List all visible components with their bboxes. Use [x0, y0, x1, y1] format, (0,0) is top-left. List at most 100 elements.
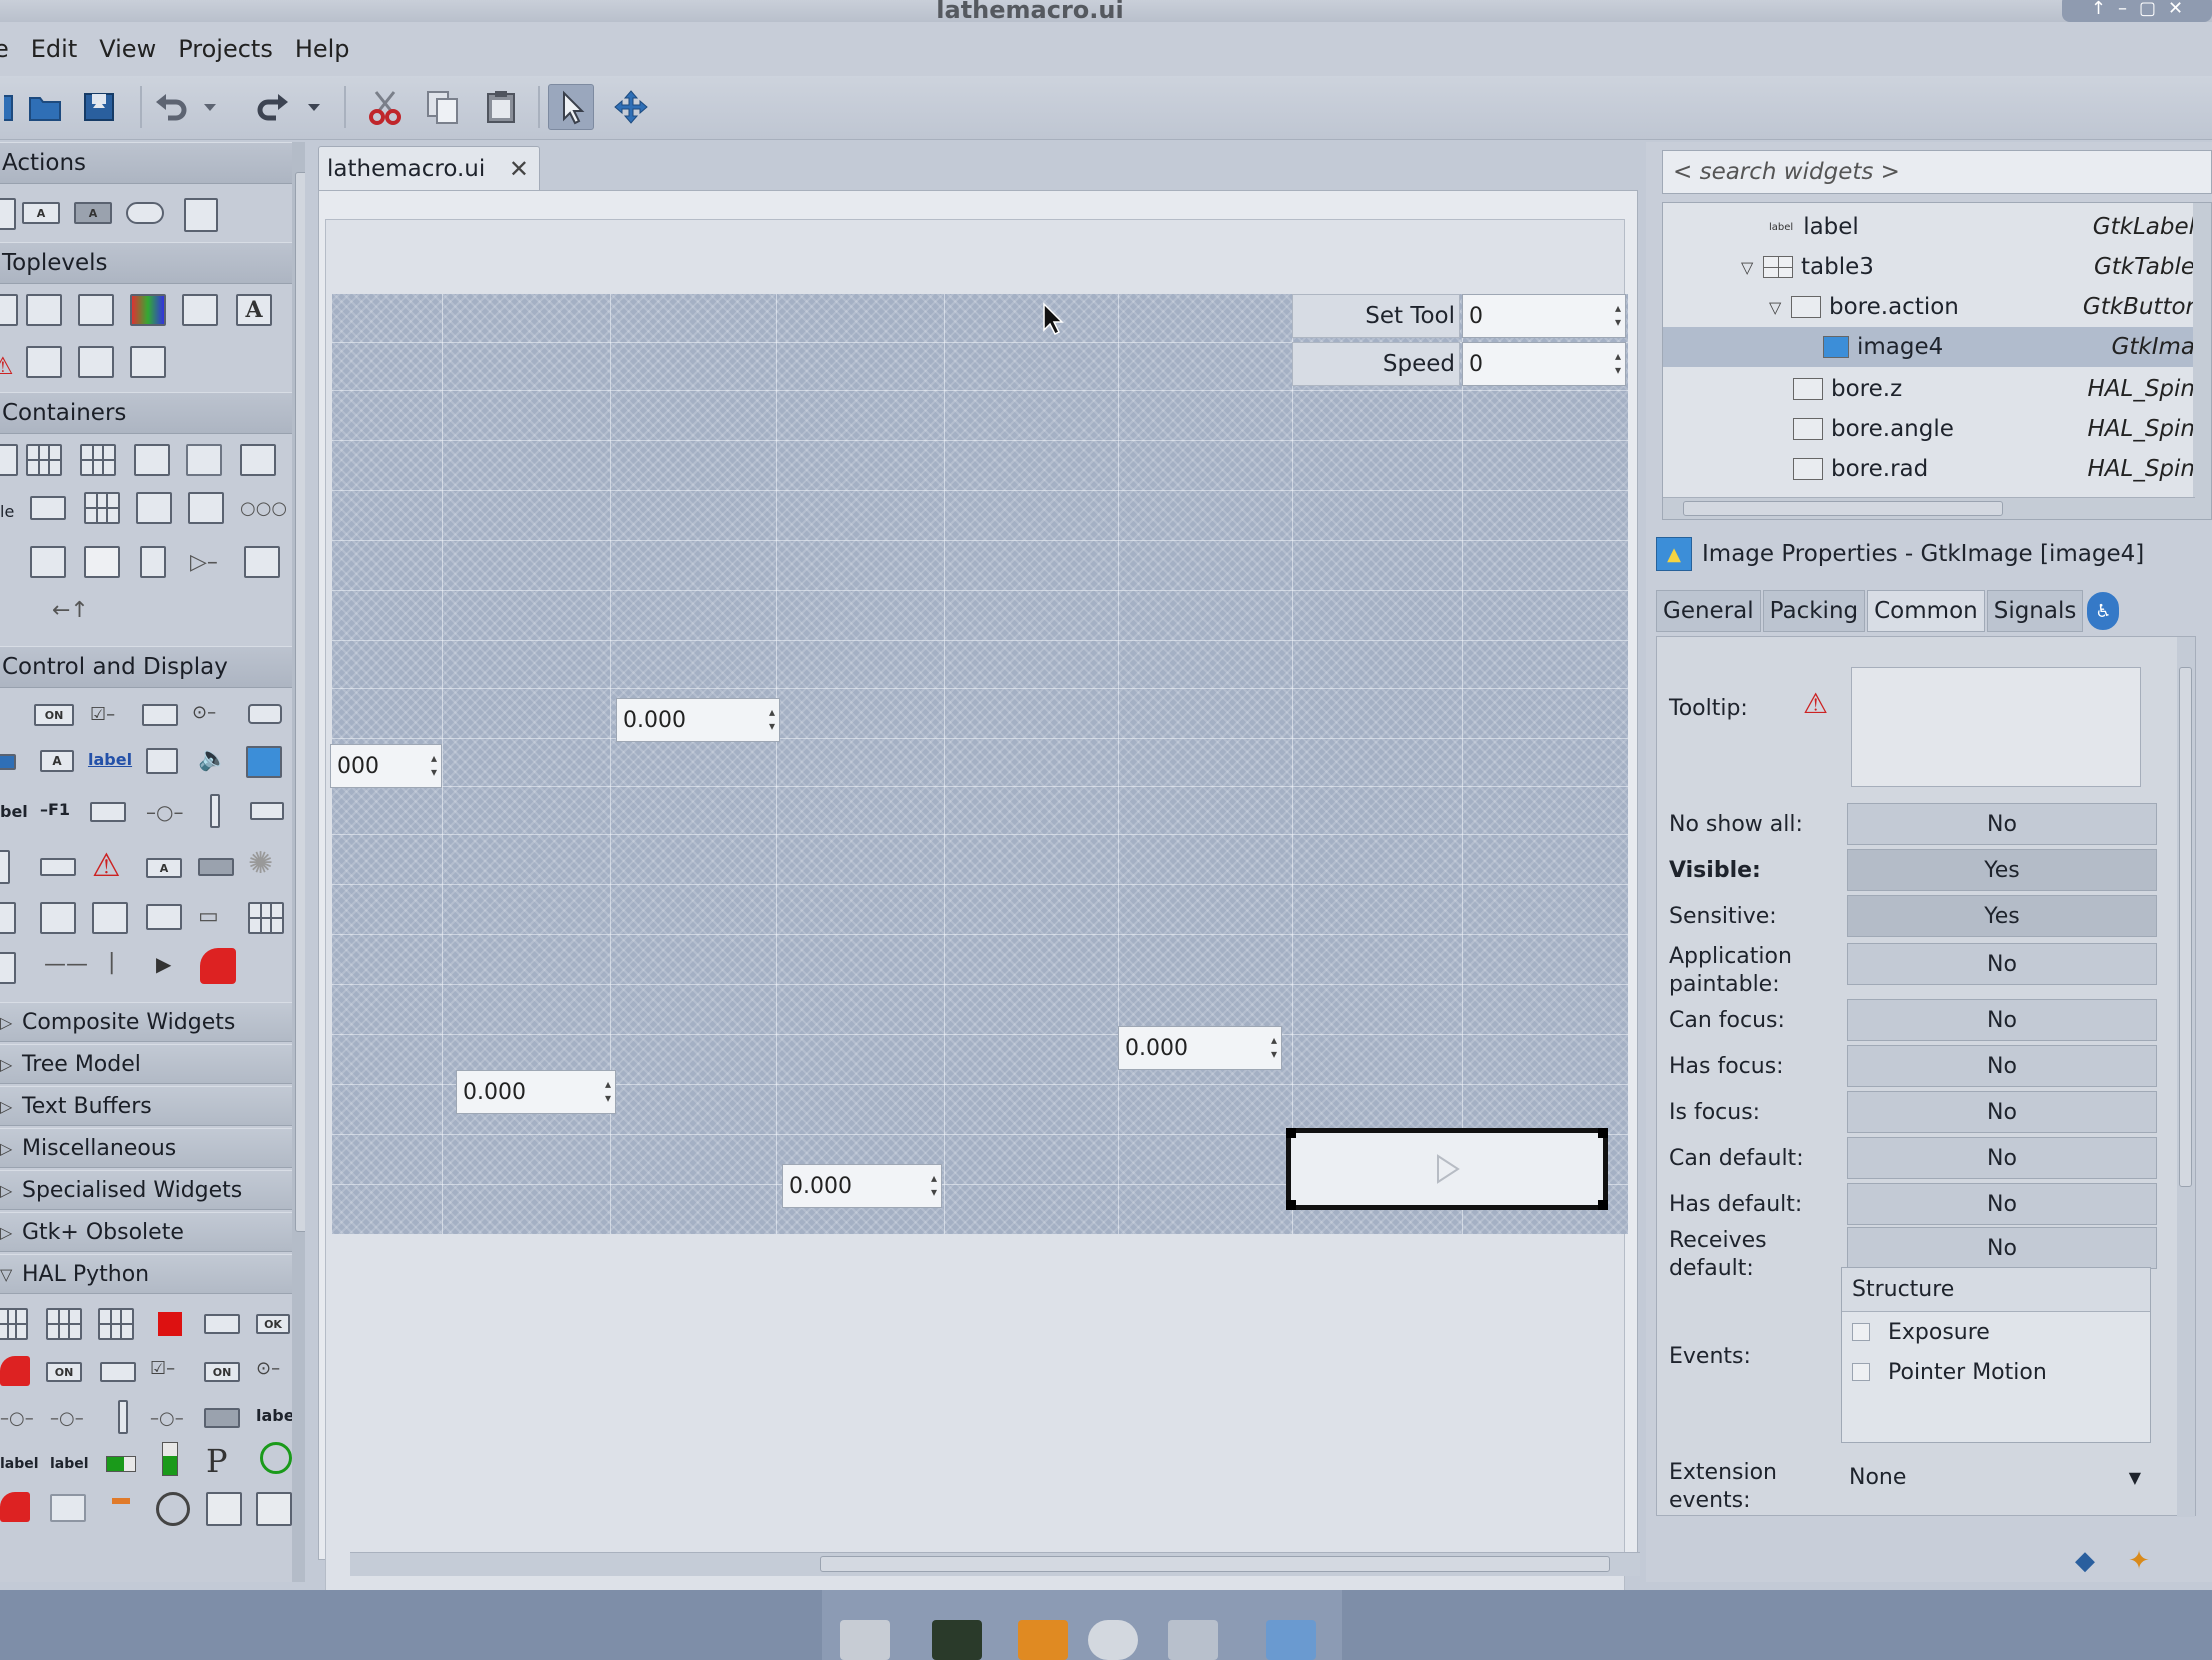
- save-icon[interactable]: [76, 84, 122, 130]
- keep-above-icon[interactable]: ↑: [2091, 0, 2106, 19]
- tree-row-bore-action[interactable]: ▽ bore.action GtkButtor: [1663, 287, 2195, 327]
- hal-label-2-icon[interactable]: label: [0, 1456, 39, 1472]
- dialog-icon[interactable]: [26, 294, 62, 326]
- is-focus-toggle[interactable]: No: [1847, 1091, 2157, 1133]
- clear-icon[interactable]: ◆: [2066, 1542, 2104, 1580]
- tree-row-table3[interactable]: ▽ table3 GtkTable: [1663, 247, 2195, 287]
- hal-dial-icon[interactable]: [0, 1492, 30, 1522]
- copy-icon[interactable]: [420, 84, 466, 130]
- properties-vscrollbar[interactable]: [2177, 637, 2195, 1517]
- tab-general[interactable]: General: [1656, 590, 1761, 632]
- accel-label-icon[interactable]: bel: [0, 802, 28, 821]
- hseparator-icon[interactable]: ——: [44, 952, 88, 977]
- hal-bar-icon[interactable]: [204, 1408, 240, 1428]
- pointer-motion-checkbox[interactable]: [1852, 1363, 1870, 1381]
- vseparator-icon[interactable]: |: [108, 950, 115, 975]
- hal-led-icon[interactable]: [158, 1312, 182, 1336]
- accessibility-icon[interactable]: ♿: [2085, 590, 2122, 632]
- hscale-icon[interactable]: –○–: [146, 800, 183, 824]
- hpaned-icon[interactable]: [136, 492, 172, 524]
- bore-action-button[interactable]: [1286, 1128, 1608, 1210]
- warning-image-icon[interactable]: ⚠: [92, 846, 121, 884]
- media-icon[interactable]: [200, 948, 236, 984]
- radio-button-icon[interactable]: ⊙–: [192, 702, 216, 723]
- tree-row-bore-angle[interactable]: bore.angle HAL_Spin: [1663, 409, 2195, 449]
- hal-toggle-icon[interactable]: ON: [46, 1362, 82, 1382]
- recent-chooser-dialog-icon[interactable]: [130, 346, 166, 378]
- files-icon[interactable]: [1266, 1620, 1316, 1660]
- hal-circle-icon[interactable]: [156, 1492, 190, 1526]
- entry-icon[interactable]: [0, 754, 16, 770]
- hal-vscale-icon[interactable]: [118, 1400, 128, 1434]
- table-icon[interactable]: [80, 444, 116, 476]
- hal-hbar-icon[interactable]: [106, 1456, 136, 1472]
- scrolled-window-icon[interactable]: [30, 546, 66, 578]
- bore-z-spin[interactable]: 0.000 ▴ ▾: [1118, 1026, 1282, 1070]
- palette-group-hal-python[interactable]: ▽ HAL Python: [0, 1254, 305, 1294]
- ext-events-combo[interactable]: None ▼: [1841, 1455, 2151, 1499]
- hal-hscale-2-icon[interactable]: –○–: [50, 1408, 84, 1429]
- spin-button-icon[interactable]: [142, 704, 178, 726]
- tree-row-image4[interactable]: image4 GtkIma: [1663, 327, 2195, 367]
- frame-icon[interactable]: [186, 444, 222, 476]
- arrow-icon[interactable]: ▶: [156, 952, 171, 976]
- hal-pin-icon[interactable]: P: [206, 1442, 228, 1480]
- broom-icon[interactable]: ✦: [2120, 1542, 2158, 1580]
- hal-graph-icon[interactable]: [50, 1494, 86, 1522]
- palette-scrollbar[interactable]: [292, 142, 305, 1582]
- toggle-button-icon[interactable]: ON: [34, 704, 74, 726]
- combo-box-icon[interactable]: [40, 858, 76, 876]
- calendar-icon[interactable]: [146, 904, 182, 930]
- close-tab-icon[interactable]: ✕: [509, 155, 529, 183]
- hal-label-3-icon[interactable]: label: [50, 1456, 89, 1472]
- sensitive-toggle[interactable]: Yes: [1847, 895, 2157, 937]
- palette-group-text-buffers[interactable]: ▷ Text Buffers: [0, 1086, 305, 1126]
- curve-icon[interactable]: [248, 902, 284, 934]
- hal-vbar-icon[interactable]: [162, 1442, 178, 1476]
- handle-box-icon[interactable]: ←↑: [52, 598, 89, 623]
- radio-action-icon[interactable]: A: [74, 202, 112, 224]
- tree-vscrollbar[interactable]: [2193, 203, 2211, 519]
- warning-dialog-icon[interactable]: ⚠: [0, 352, 14, 380]
- menu-edit[interactable]: Edit: [31, 35, 77, 63]
- drag-resize-icon[interactable]: [608, 84, 654, 130]
- separator-h-icon[interactable]: ▭: [198, 904, 219, 929]
- fixed-icon[interactable]: [240, 444, 276, 476]
- action-icon[interactable]: [0, 198, 16, 230]
- alignment-icon[interactable]: ▷–: [190, 550, 218, 575]
- menu-projects[interactable]: Projects: [178, 35, 273, 63]
- taskbar-app-3-icon[interactable]: [1018, 1620, 1068, 1660]
- vscale-icon[interactable]: [210, 794, 220, 828]
- hal-hline-icon[interactable]: [112, 1498, 130, 1504]
- hal-check-icon[interactable]: ☑–: [150, 1358, 175, 1379]
- file-dialog-icon[interactable]: [182, 294, 218, 326]
- select-pointer-icon[interactable]: [548, 84, 594, 130]
- palette-group-gtk-obsolete[interactable]: ▷ Gtk+ Obsolete: [0, 1212, 305, 1252]
- tab-signals[interactable]: Signals: [1986, 590, 2084, 632]
- no-show-all-toggle[interactable]: No: [1847, 803, 2157, 845]
- palette-group-composite[interactable]: ▷ Composite Widgets: [0, 1002, 305, 1042]
- palette-scroll-thumb[interactable]: [295, 172, 305, 1232]
- statusbar-icon[interactable]: A: [146, 858, 182, 878]
- close-window-icon[interactable]: ✕: [2168, 0, 2183, 19]
- tooltip-textview[interactable]: [1851, 667, 2141, 787]
- bore-rad-spin[interactable]: 0.000 ▴ ▾: [782, 1164, 942, 1208]
- hal-combo-icon[interactable]: [100, 1362, 136, 1382]
- accel-f1-icon[interactable]: –F1: [40, 800, 70, 819]
- palette-group-actions[interactable]: Actions: [0, 142, 292, 184]
- tree-view-icon[interactable]: [0, 902, 16, 934]
- recent-action-icon[interactable]: [126, 202, 164, 224]
- can-focus-toggle[interactable]: No: [1847, 999, 2157, 1041]
- vscrollbar-icon[interactable]: [0, 850, 10, 884]
- label-widget-icon[interactable]: A: [40, 750, 74, 772]
- event-pointer-motion[interactable]: Pointer Motion: [1842, 1352, 2150, 1392]
- text-view-icon[interactable]: [198, 858, 234, 876]
- icon-view-icon[interactable]: [92, 902, 128, 934]
- tree-row-label[interactable]: label label GtkLabel: [1663, 207, 2195, 247]
- minimize-icon[interactable]: –: [2118, 0, 2127, 19]
- redo-icon[interactable]: [250, 84, 296, 130]
- exposure-checkbox[interactable]: [1852, 1323, 1870, 1341]
- bore-spin-1[interactable]: 0.000 ▴ ▾: [616, 698, 780, 742]
- tree-row-bore-z[interactable]: bore.z HAL_Spin: [1663, 369, 2195, 409]
- palette-group-miscellaneous[interactable]: ▷ Miscellaneous: [0, 1128, 305, 1168]
